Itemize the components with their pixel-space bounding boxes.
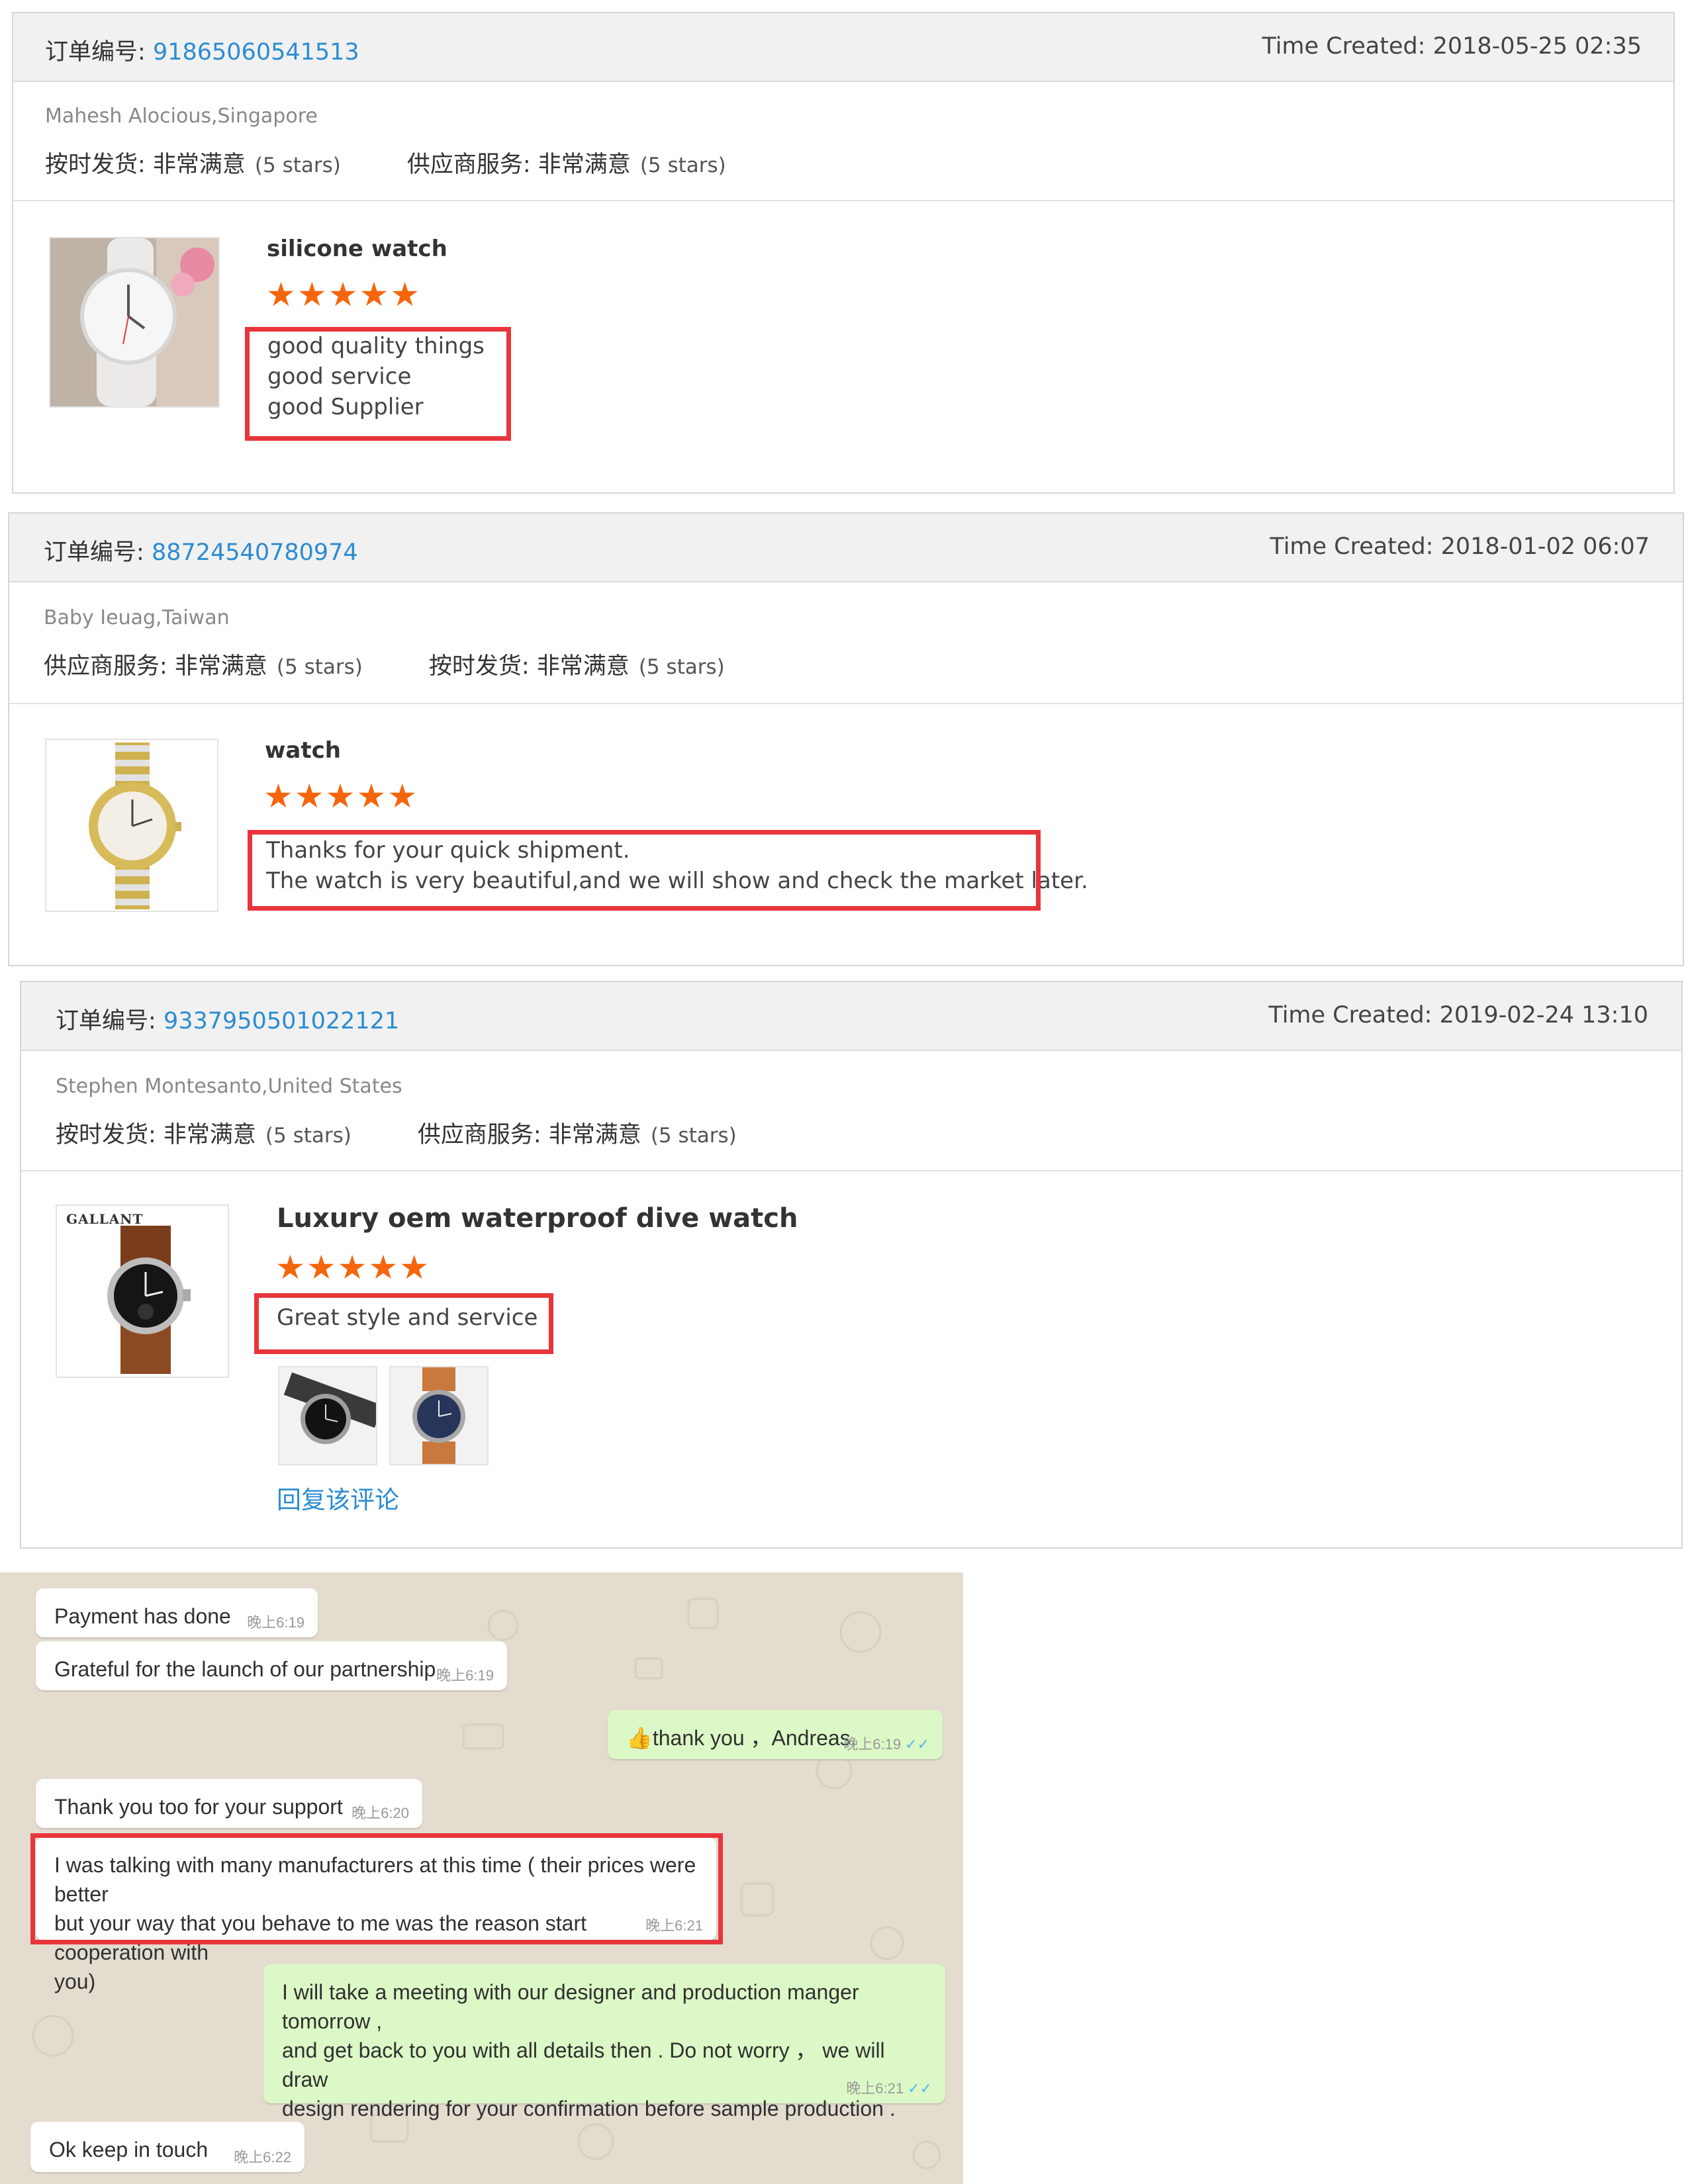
divider — [21, 1170, 1681, 1171]
buyer-name: Baby Ieuag,Taiwan — [44, 606, 230, 629]
rating-stars: ★★★★★ — [263, 777, 419, 815]
message-text: thank you ，Andreas. — [652, 1726, 857, 1750]
order-number-row: 订单编号: 88724540780974 — [44, 533, 358, 567]
order-number-label: 订单编号: — [45, 39, 146, 66]
highlight-box — [30, 1833, 723, 1944]
rating-stars-text: (5 stars) — [254, 154, 341, 177]
message-time: 晚上6:19 — [436, 1667, 494, 1684]
chat-message: Payment has done 晚上6:19 — [36, 1588, 318, 1637]
review-header: 订单编号: 88724540780974 Time Created: 2018-… — [9, 514, 1683, 582]
rating-stars-text: (5 stars) — [265, 1124, 352, 1148]
review-header: 订单编号: 91865060541513 Time Created: 2018-… — [13, 13, 1673, 82]
order-number-label: 订单编号: — [44, 539, 144, 566]
read-receipt-icon: ✓✓ — [908, 2080, 932, 2097]
message-time: 晚上6:19 — [247, 1614, 305, 1631]
highlight-box — [248, 830, 1041, 911]
review-header: 订单编号: 9337950501022121 Time Created: 201… — [21, 982, 1681, 1051]
reply-review-link[interactable]: 回复该评论 — [277, 1480, 399, 1516]
order-number-label: 订单编号: — [56, 1008, 156, 1034]
highlight-box — [245, 327, 511, 441]
brand-logo-text: GALLANT — [66, 1211, 144, 1227]
rating-stars: ★★★★★ — [275, 1248, 431, 1287]
rating-label: 按时发货: 非常满意 — [56, 1122, 256, 1148]
chat-message: Thank you too for your support 晚上6:20 — [36, 1779, 422, 1828]
time-created: Time Created: 2018-05-25 02:35 — [1262, 33, 1642, 60]
divider — [9, 703, 1683, 704]
buyer-name: Mahesh Alocious,Singapore — [45, 105, 318, 128]
read-receipt-icon: ✓✓ — [905, 1736, 929, 1752]
seller-ratings: 按时发货: 非常满意 (5 stars) 供应商服务: 非常满意 (5 stars) — [45, 146, 726, 179]
message-time: 晚上6:22 — [234, 2149, 291, 2165]
chat-message: I will take a meeting with our designer … — [263, 1964, 945, 2120]
product-image[interactable] — [45, 739, 218, 912]
review-photo[interactable] — [389, 1366, 489, 1465]
seller-ratings: 供应商服务: 非常满意 (5 stars) 按时发货: 非常满意 (5 stars) — [44, 647, 725, 681]
rating-label: 按时发货: 非常满意 — [428, 653, 630, 680]
message-time: 晚上6:20 — [352, 1805, 409, 1821]
time-created: Time Created: 2019-02-24 13:10 — [1268, 1002, 1648, 1028]
divider — [13, 200, 1673, 201]
rating-stars: ★★★★★ — [266, 275, 422, 314]
thumbs-up-icon: 👍 — [626, 1726, 653, 1750]
product-image[interactable] — [49, 237, 220, 408]
chat-screenshot: Payment has done 晚上6:19 Grateful for the… — [0, 1572, 963, 2184]
rating-stars-text: (5 stars) — [638, 655, 725, 679]
order-number-link[interactable]: 91865060541513 — [153, 39, 359, 66]
order-number-row: 订单编号: 91865060541513 — [45, 33, 359, 67]
chat-message: 👍thank you ，Andreas. 晚上6:19 ✓✓ — [608, 1710, 943, 1759]
order-number-link[interactable]: 88724540780974 — [152, 539, 358, 566]
rating-stars-text: (5 stars) — [650, 1124, 737, 1148]
rating-label: 供应商服务: 非常满意 — [417, 1122, 641, 1148]
rating-label: 供应商服务: 非常满意 — [406, 152, 631, 178]
product-title[interactable]: silicone watch — [267, 236, 447, 262]
message-text: I will take a meeting with our designer … — [282, 1980, 896, 2120]
order-number-link[interactable]: 9337950501022121 — [164, 1008, 399, 1034]
product-title[interactable]: Luxury oem waterproof dive watch — [277, 1203, 798, 1234]
review-photo[interactable] — [278, 1366, 377, 1465]
order-number-row: 订单编号: 9337950501022121 — [56, 1002, 399, 1036]
rating-label: 按时发货: 非常满意 — [45, 152, 246, 178]
review-card-2: 订单编号: 88724540780974 Time Created: 2018-… — [8, 512, 1684, 966]
rating-label: 供应商服务: 非常满意 — [44, 653, 267, 680]
seller-ratings: 按时发货: 非常满意 (5 stars) 供应商服务: 非常满意 (5 stars) — [56, 1116, 737, 1150]
time-created: Time Created: 2018-01-02 06:07 — [1270, 533, 1650, 560]
highlight-box — [254, 1293, 553, 1354]
message-time: 晚上6:19 — [843, 1736, 902, 1752]
chat-message: Ok keep in touch 晚上6:22 — [30, 2122, 305, 2172]
review-card-1: 订单编号: 91865060541513 Time Created: 2018-… — [12, 12, 1675, 494]
buyer-name: Stephen Montesanto,United States — [56, 1075, 402, 1098]
review-card-3: 订单编号: 9337950501022121 Time Created: 201… — [20, 981, 1683, 1549]
message-time: 晚上6:21 — [846, 2080, 904, 2097]
product-title[interactable]: watch — [265, 737, 341, 764]
product-image[interactable]: GALLANT — [56, 1205, 229, 1378]
chat-message: Grateful for the launch of our partnersh… — [36, 1641, 507, 1690]
message-text: Grateful for the launch of our partnersh… — [54, 1657, 436, 1681]
rating-stars-text: (5 stars) — [639, 154, 726, 177]
rating-stars-text: (5 stars) — [276, 655, 363, 679]
